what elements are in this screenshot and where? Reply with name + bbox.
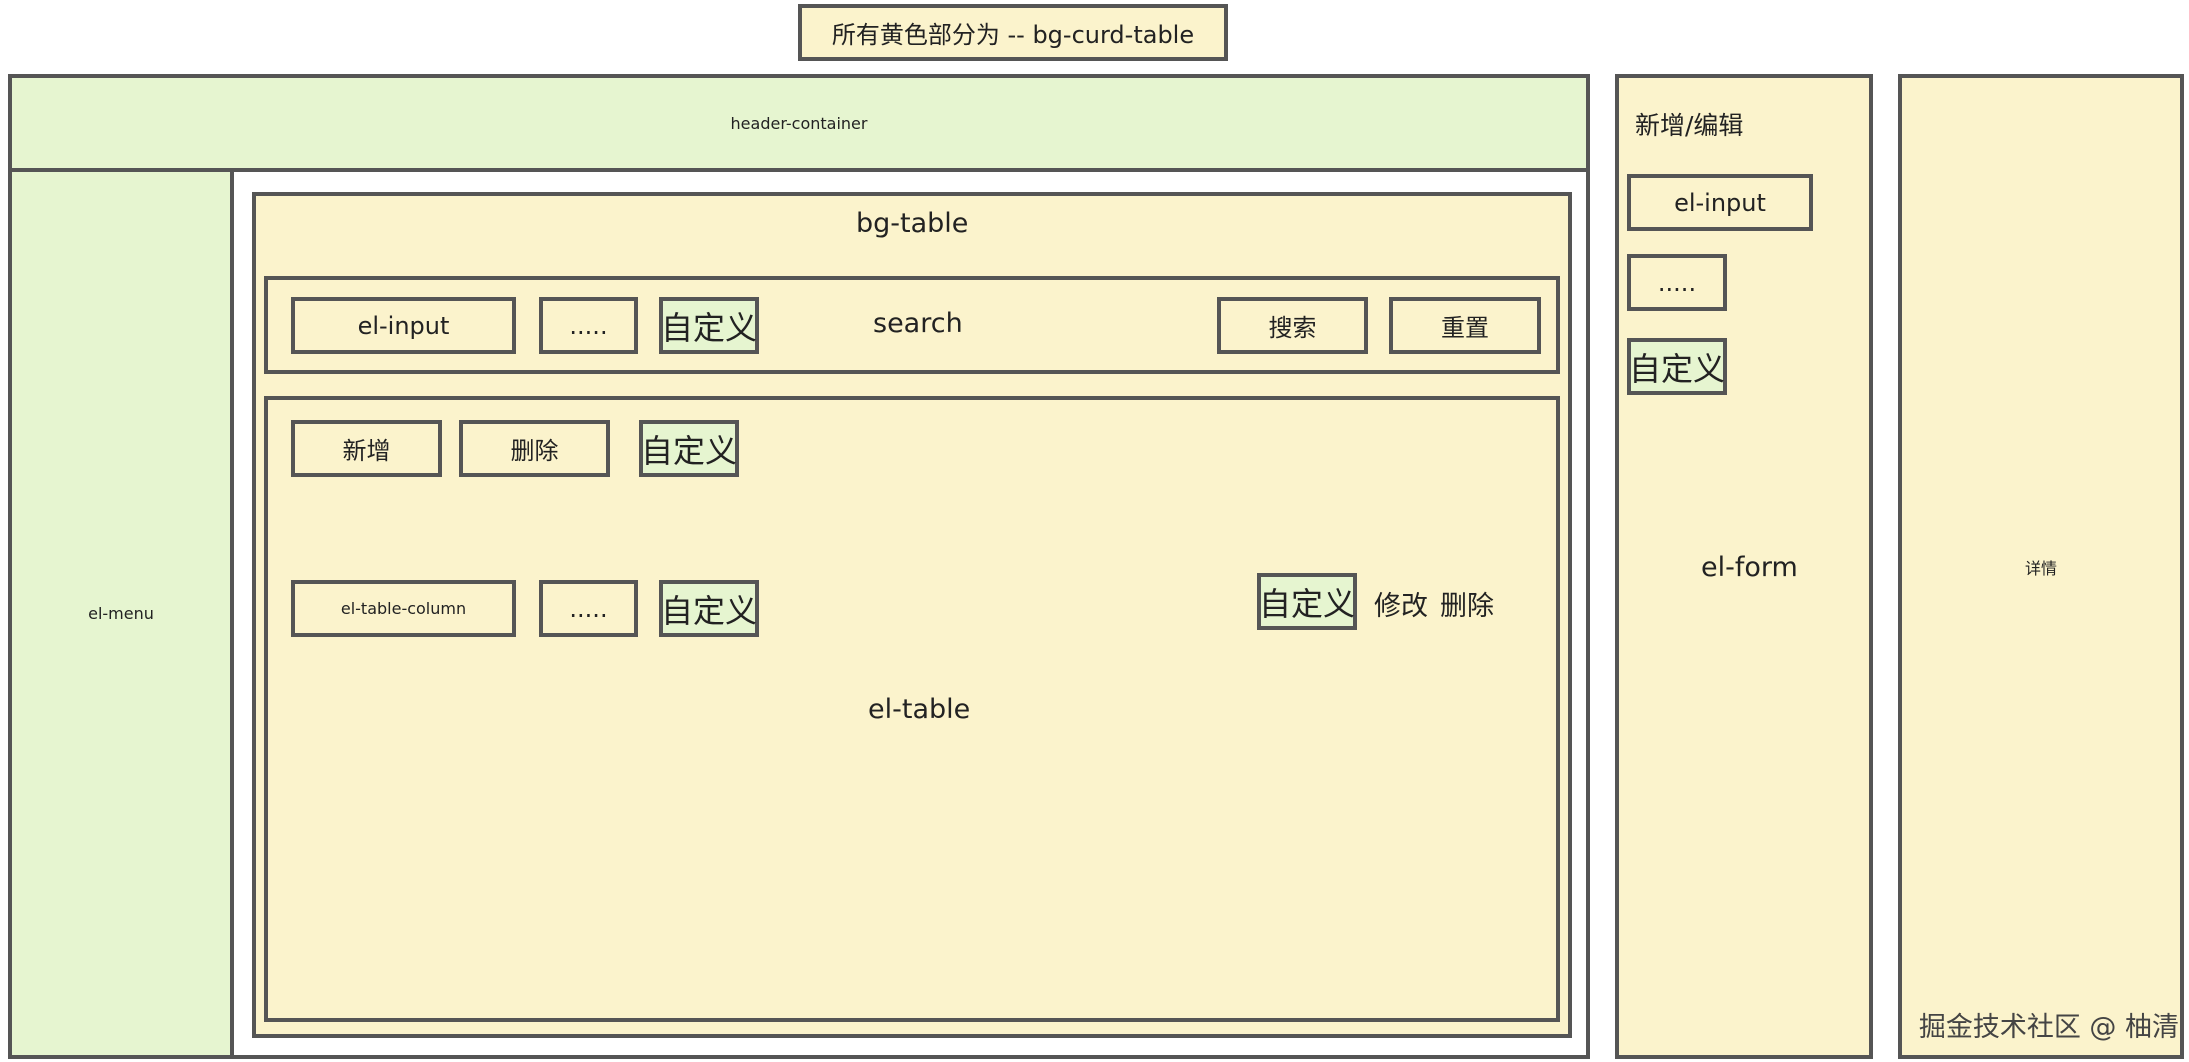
menu-label: el-menu (88, 604, 154, 623)
reset-button[interactable]: 重置 (1389, 297, 1541, 354)
header-label: header-container (730, 113, 868, 133)
el-table-column: el-table-column (291, 580, 516, 637)
diagram-title: 所有黄色部分为 -- bg-curd-table (798, 4, 1228, 61)
el-menu: el-menu (8, 168, 234, 1059)
detail-panel-label: 详情 (2024, 558, 2057, 578)
search-input[interactable]: el-input (291, 297, 516, 354)
header-container: header-container (8, 74, 1590, 172)
watermark: 掘金技术社区 @ 柚清 (1918, 1012, 2179, 1043)
delete-button[interactable]: 删除 (459, 420, 610, 477)
add-button[interactable]: 新增 (291, 420, 442, 477)
form-more-fields: ..... (1627, 254, 1727, 311)
form-custom-slot: 自定义 (1627, 338, 1727, 395)
row-delete-link[interactable]: 删除 (1440, 584, 1494, 623)
diagram-title-text: 所有黄色部分为 -- bg-curd-table (831, 21, 1195, 49)
column-custom-slot: 自定义 (659, 580, 759, 637)
search-button[interactable]: 搜索 (1217, 297, 1368, 354)
row-edit-link[interactable]: 修改 (1374, 584, 1428, 623)
el-form-label: el-form (1701, 552, 1798, 583)
search-more-fields: ..... (539, 297, 638, 354)
bg-table-label: bg-table (856, 208, 969, 239)
el-table-label: el-table (868, 694, 971, 725)
row-action-custom-slot: 自定义 (1257, 573, 1357, 630)
search-label: search (873, 308, 963, 339)
column-more: ..... (539, 580, 638, 637)
form-input[interactable]: el-input (1627, 174, 1813, 231)
el-table: el-table (264, 396, 1560, 1022)
detail-panel: 详情 (1898, 74, 2184, 1059)
form-panel-title: 新增/编辑 (1635, 111, 1744, 140)
toolbar-custom-slot: 自定义 (639, 420, 739, 477)
search-custom-slot: 自定义 (659, 297, 759, 354)
